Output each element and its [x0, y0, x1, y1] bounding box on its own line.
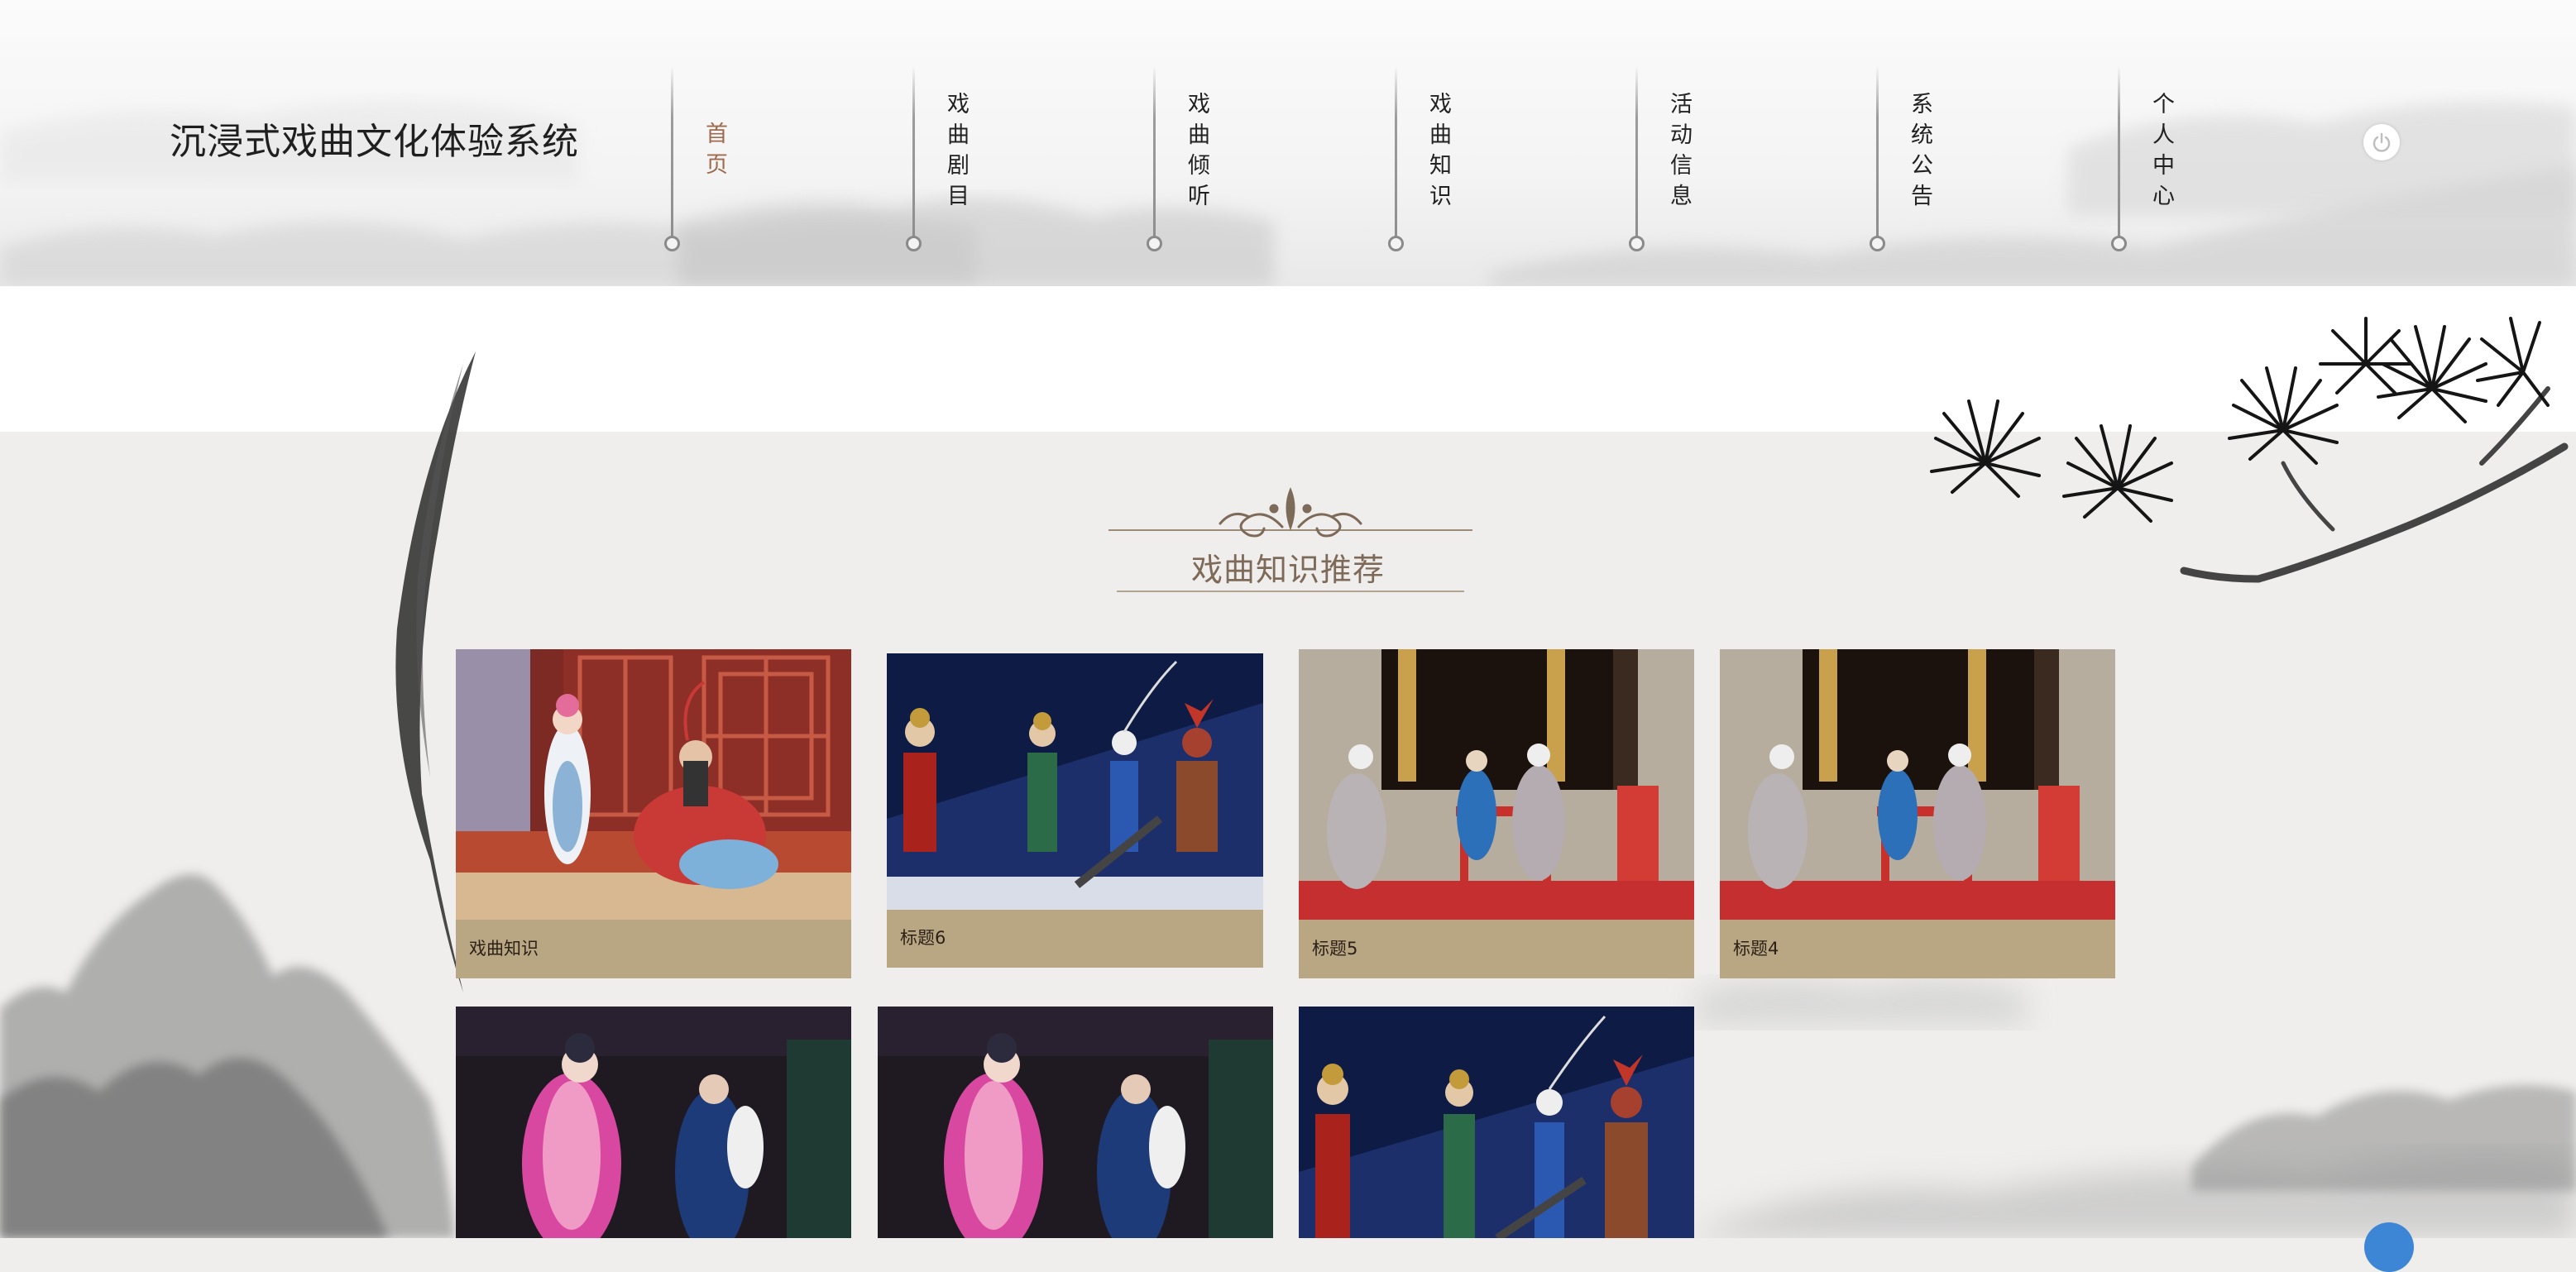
nav-item-announcements[interactable]: 系统公告	[1870, 66, 1975, 256]
nav-divider-line	[1153, 66, 1156, 238]
card-image	[1299, 649, 1694, 920]
nav-dot-icon	[906, 236, 922, 251]
nav-dot-icon	[1870, 236, 1885, 251]
nav-label[interactable]: 首页	[706, 119, 735, 180]
nav-dot-icon	[1388, 236, 1404, 251]
nav-label[interactable]: 系统公告	[1911, 89, 1941, 212]
nav-item-listen[interactable]: 戏曲倾听	[1147, 66, 1252, 256]
card-image	[1299, 1007, 1694, 1238]
site-title: 沉浸式戏曲文化体验系统	[170, 121, 579, 163]
nav-divider-line	[1395, 66, 1397, 238]
knowledge-card[interactable]	[1299, 1007, 1694, 1238]
knowledge-card[interactable]: 戏曲知识	[456, 649, 851, 978]
card-image	[456, 1007, 851, 1238]
knowledge-card[interactable]	[456, 1007, 851, 1238]
nav-divider-line	[1876, 66, 1879, 238]
nav-item-knowledge[interactable]: 戏曲知识	[1388, 66, 1494, 256]
knowledge-card[interactable]: 标题4	[1720, 649, 2115, 978]
nav-dot-icon	[664, 236, 680, 251]
card-image	[1720, 649, 2115, 920]
site-header: 沉浸式戏曲文化体验系统 首页 戏曲剧目 戏曲倾听 戏曲知识 活动信息 系统公告 …	[0, 0, 2576, 286]
card-caption: 戏曲知识	[469, 939, 539, 959]
knowledge-card[interactable]	[878, 1007, 1273, 1238]
nav-label[interactable]: 戏曲剧目	[947, 89, 977, 212]
nav-item-activities[interactable]: 活动信息	[1629, 66, 1735, 256]
card-caption: 标题5	[1312, 939, 1358, 959]
back-to-top-button[interactable]	[2364, 1222, 2414, 1272]
card-caption: 标题4	[1733, 939, 1779, 959]
nav-label[interactable]: 戏曲知识	[1429, 89, 1459, 212]
section-title: 戏曲知识推荐	[1190, 552, 1385, 588]
card-image	[878, 1007, 1273, 1238]
nav-label[interactable]: 活动信息	[1670, 89, 1700, 212]
nav-item-profile[interactable]: 个人中心	[2111, 66, 2217, 256]
nav-label[interactable]: 个人中心	[2152, 89, 2182, 212]
header-spacer	[0, 286, 2576, 432]
knowledge-card[interactable]: 标题5	[1299, 649, 1694, 978]
logout-button[interactable]	[2363, 124, 2400, 160]
nav-dot-icon	[2111, 236, 2127, 251]
card-image	[456, 649, 851, 920]
nav-divider-line	[912, 66, 915, 238]
nav-item-home[interactable]: 首页	[664, 66, 770, 256]
nav-dot-icon	[1147, 236, 1162, 251]
nav-label[interactable]: 戏曲倾听	[1188, 89, 1218, 212]
card-caption: 标题6	[900, 928, 946, 948]
power-icon	[2373, 132, 2391, 152]
nav-divider-line	[1635, 66, 1638, 238]
nav-item-plays[interactable]: 戏曲剧目	[906, 66, 1012, 256]
nav-divider-line	[671, 66, 673, 238]
knowledge-card[interactable]: 标题6	[887, 653, 1263, 968]
nav-divider-line	[2118, 66, 2120, 238]
card-image	[887, 653, 1263, 910]
nav-dot-icon	[1629, 236, 1645, 251]
